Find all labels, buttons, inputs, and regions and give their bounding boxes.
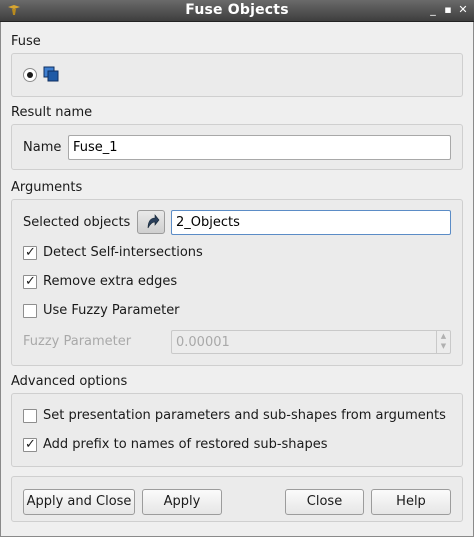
- arguments-section-label: Arguments: [11, 180, 83, 195]
- detect-self-intersections-label[interactable]: Detect Self-intersections: [43, 245, 203, 260]
- fuse-section-label: Fuse: [11, 34, 41, 49]
- close-window-button[interactable]: ✕: [456, 2, 470, 18]
- title-bar[interactable]: Fuse Objects _ ▪ ✕: [0, 0, 474, 22]
- fuse-group: [11, 53, 463, 97]
- set-presentation-checkbox[interactable]: [23, 409, 37, 423]
- window-title: Fuse Objects: [185, 2, 289, 18]
- remove-extra-edges-checkbox[interactable]: ✓: [23, 274, 37, 289]
- advanced-options-section-label: Advanced options: [11, 374, 128, 389]
- use-fuzzy-parameter-checkbox[interactable]: [23, 304, 37, 318]
- add-prefix-checkbox[interactable]: ✓: [23, 437, 37, 452]
- fuzzy-parameter-spinbox: 0.00001 ▲ ▼: [171, 330, 451, 354]
- remove-extra-edges-label[interactable]: Remove extra edges: [43, 274, 177, 289]
- select-objects-button[interactable]: [137, 210, 165, 234]
- selected-objects-label: Selected objects: [23, 215, 131, 230]
- advanced-options-group: Set presentation parameters and sub-shap…: [11, 393, 463, 467]
- add-prefix-label[interactable]: Add prefix to names of restored sub-shap…: [43, 437, 328, 452]
- fuzzy-parameter-label: Fuzzy Parameter: [23, 334, 132, 349]
- minimize-button[interactable]: _: [426, 2, 440, 18]
- fuse-radio[interactable]: [23, 68, 37, 82]
- check-mark-icon: ✓: [25, 245, 36, 260]
- select-arrow-icon: [147, 214, 160, 229]
- maximize-button[interactable]: ▪: [441, 2, 455, 18]
- button-bar: Apply and Close Apply Close Help: [11, 476, 463, 522]
- result-name-group: Name: [11, 124, 463, 170]
- radio-selected-dot: [27, 72, 33, 78]
- check-mark-icon: ✓: [25, 274, 36, 289]
- name-label: Name: [23, 140, 62, 155]
- result-name-section-label: Result name: [11, 105, 93, 120]
- close-button[interactable]: Close: [285, 489, 364, 515]
- apply-button[interactable]: Apply: [142, 489, 222, 515]
- fuzzy-parameter-value: 0.00001: [176, 335, 230, 350]
- name-input[interactable]: [68, 135, 451, 160]
- check-mark-icon: ✓: [25, 437, 36, 452]
- set-presentation-label[interactable]: Set presentation parameters and sub-shap…: [43, 408, 446, 423]
- apply-and-close-button[interactable]: Apply and Close: [23, 489, 135, 515]
- help-button[interactable]: Help: [371, 489, 451, 515]
- arguments-group: Selected objects ✓ Detect Self-intersect…: [11, 199, 463, 366]
- detect-self-intersections-checkbox[interactable]: ✓: [23, 245, 37, 260]
- use-fuzzy-parameter-label[interactable]: Use Fuzzy Parameter: [43, 303, 180, 318]
- selected-objects-input[interactable]: [171, 210, 451, 235]
- fuse-shapes-icon: [43, 66, 59, 82]
- spin-arrows-icon: ▲ ▼: [436, 331, 450, 353]
